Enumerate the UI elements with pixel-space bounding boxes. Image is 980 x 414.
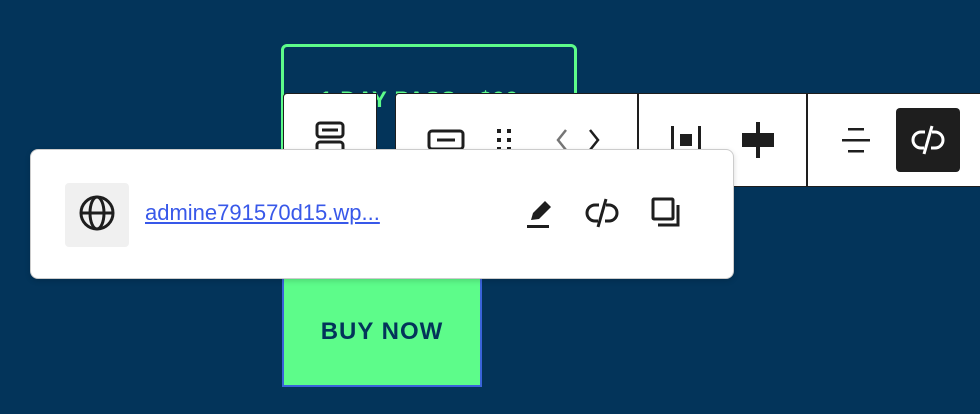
align-center-button[interactable] [726,108,790,172]
link-url[interactable]: admine791570d15.wp... [145,200,380,226]
text-align-button[interactable] [824,108,888,172]
align-center-icon [738,120,778,160]
unlink-popover-button[interactable] [574,187,630,243]
unlink-icon [908,120,948,160]
edit-link-button[interactable] [512,187,568,243]
link-popover: admine791570d15.wp... [30,149,734,279]
toolbar-divider [806,94,808,186]
link-favicon [65,183,129,247]
copy-icon [648,195,684,236]
unlink-icon [582,193,622,238]
buy-now-button[interactable]: BUY NOW [282,277,482,387]
unlink-button[interactable] [896,108,960,172]
globe-icon [78,194,116,237]
edit-pencil-icon [522,195,558,236]
copy-link-button[interactable] [638,187,694,243]
text-align-icon [836,120,876,160]
